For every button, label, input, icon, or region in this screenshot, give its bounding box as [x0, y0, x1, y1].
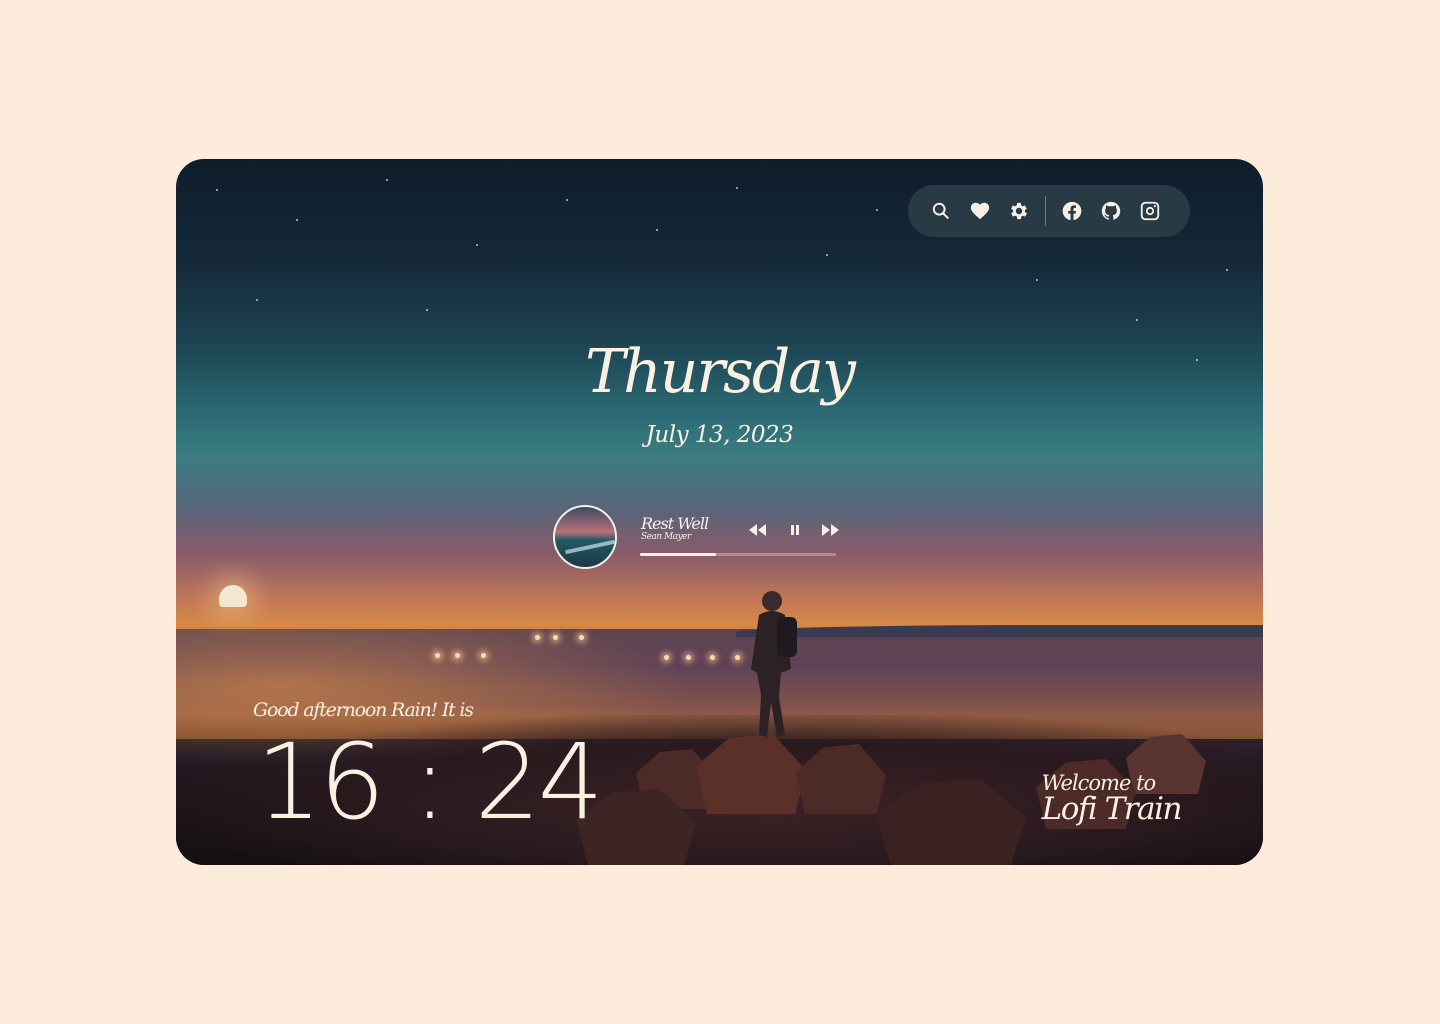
star: [476, 244, 478, 246]
github-icon[interactable]: [1098, 197, 1124, 225]
search-icon[interactable]: [928, 197, 954, 225]
harbor-light: [735, 655, 740, 660]
welcome-branding: Welcome to Lofi Train: [1041, 771, 1183, 827]
harbor-light: [553, 635, 558, 640]
harbor-light: [686, 655, 691, 660]
gear-icon[interactable]: [1006, 197, 1032, 225]
pause-icon: [791, 525, 799, 535]
greeting-text: Good afternoon Rain! It is: [253, 699, 474, 721]
star: [736, 187, 738, 189]
fast-forward-button[interactable]: [818, 519, 844, 541]
fast-forward-icon: [822, 524, 839, 536]
track-progress-fill: [640, 553, 717, 556]
day-of-week: Thursday: [585, 337, 856, 407]
track-artist: Sean Mayer: [641, 532, 691, 542]
setting-sun: [219, 585, 247, 607]
star: [1226, 269, 1228, 271]
current-date: July 13, 2023: [645, 422, 794, 448]
pause-button[interactable]: [782, 519, 808, 541]
brand-name: Lofi Train: [1041, 791, 1183, 827]
harbor-light: [535, 635, 540, 640]
standing-figure: [741, 587, 803, 747]
album-art-road: [565, 539, 615, 555]
harbor-light: [435, 653, 440, 658]
harbor-light: [481, 653, 486, 658]
distant-hills: [736, 625, 1263, 637]
harbor-light: [579, 635, 584, 640]
rewind-button[interactable]: [744, 519, 770, 541]
heart-icon[interactable]: [967, 197, 993, 225]
harbor-light: [710, 655, 715, 660]
star: [216, 189, 218, 191]
music-player: Rest Well Sean Mayer: [553, 505, 843, 573]
facebook-icon[interactable]: [1059, 197, 1085, 225]
star: [876, 209, 878, 211]
top-toolbar: [908, 185, 1190, 237]
star: [1036, 279, 1038, 281]
star: [826, 254, 828, 256]
toolbar-divider: [1045, 196, 1046, 226]
clock-time: 16 : 24: [256, 721, 604, 843]
star: [426, 309, 428, 311]
wallpaper-card: Thursday July 13, 2023 Rest Well Sean Ma…: [176, 159, 1263, 865]
star: [296, 219, 298, 221]
track-progress-bar[interactable]: [640, 553, 836, 556]
harbor-light: [664, 655, 669, 660]
harbor-light: [455, 653, 460, 658]
track-title: Rest Well: [641, 514, 709, 533]
star: [1136, 319, 1138, 321]
instagram-icon[interactable]: [1137, 197, 1163, 225]
star: [656, 229, 658, 231]
star: [256, 299, 258, 301]
star: [566, 199, 568, 201]
rewind-icon: [749, 524, 766, 536]
star: [386, 179, 388, 181]
album-art: [553, 505, 617, 569]
